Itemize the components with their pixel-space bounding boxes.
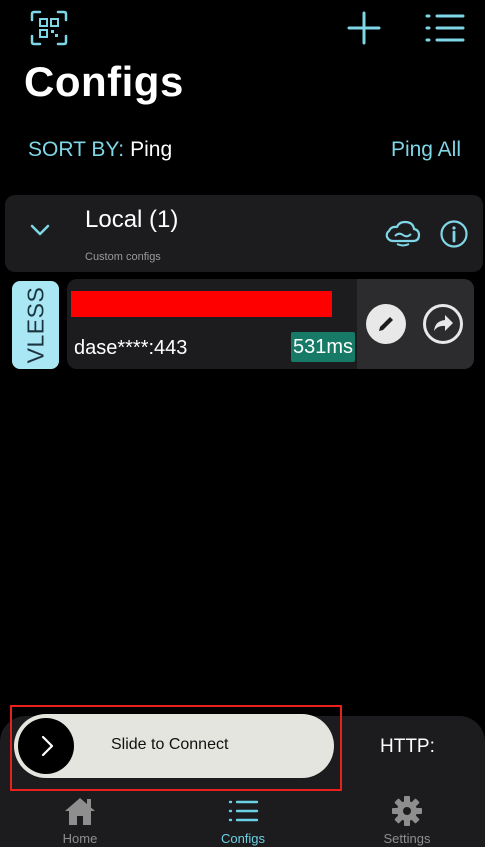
sort-control[interactable]: SORT BY: Ping (28, 138, 172, 162)
group-subtitle: Custom configs (85, 251, 161, 263)
tab-home[interactable]: Home (20, 795, 140, 847)
sort-label: SORT BY: (28, 138, 125, 161)
list-icon (228, 800, 259, 822)
cloud-icon (385, 220, 421, 247)
tab-label: Settings (383, 831, 431, 846)
tab-label: Configs (220, 831, 266, 846)
qr-scan-icon (30, 10, 68, 46)
share-arrow-icon (423, 304, 463, 344)
page-title: Configs (24, 58, 184, 105)
tab-settings[interactable]: Settings (347, 795, 467, 847)
add-config-button[interactable] (346, 10, 382, 46)
config-address: dase****:443 (74, 337, 188, 359)
highlight-annotation (10, 705, 342, 791)
edit-config-button[interactable] (365, 303, 407, 345)
config-actions (357, 279, 474, 369)
protocol-label: VLESS (22, 286, 48, 364)
group-title: Local (1) (85, 206, 179, 233)
sort-value[interactable]: Ping (130, 138, 172, 161)
redacted-config-name (71, 291, 332, 317)
list-icon (425, 14, 465, 42)
ping-badge: 531ms (291, 332, 356, 362)
group-collapse-toggle[interactable] (25, 217, 55, 241)
chevron-down-icon (30, 224, 50, 236)
pencil-icon (366, 304, 406, 344)
proxy-mode-label: HTTP: (380, 736, 435, 757)
ping-all-button[interactable]: Ping All (391, 138, 461, 162)
share-config-button[interactable] (422, 303, 464, 345)
group-info-button[interactable] (439, 219, 469, 249)
config-group-header[interactable]: Local (1) Custom configs (5, 195, 483, 272)
tab-label: Home (62, 831, 98, 846)
protocol-badge: VLESS (12, 281, 59, 369)
qr-scan-button[interactable] (30, 10, 68, 46)
config-item[interactable]: dase****:443 531ms (67, 279, 474, 369)
plus-icon (347, 11, 381, 45)
info-icon (440, 220, 468, 248)
list-menu-button[interactable] (424, 10, 466, 46)
group-update-button[interactable] (383, 217, 423, 249)
tab-configs[interactable]: Configs (183, 795, 303, 847)
gear-icon (392, 796, 422, 826)
home-icon (65, 798, 95, 825)
